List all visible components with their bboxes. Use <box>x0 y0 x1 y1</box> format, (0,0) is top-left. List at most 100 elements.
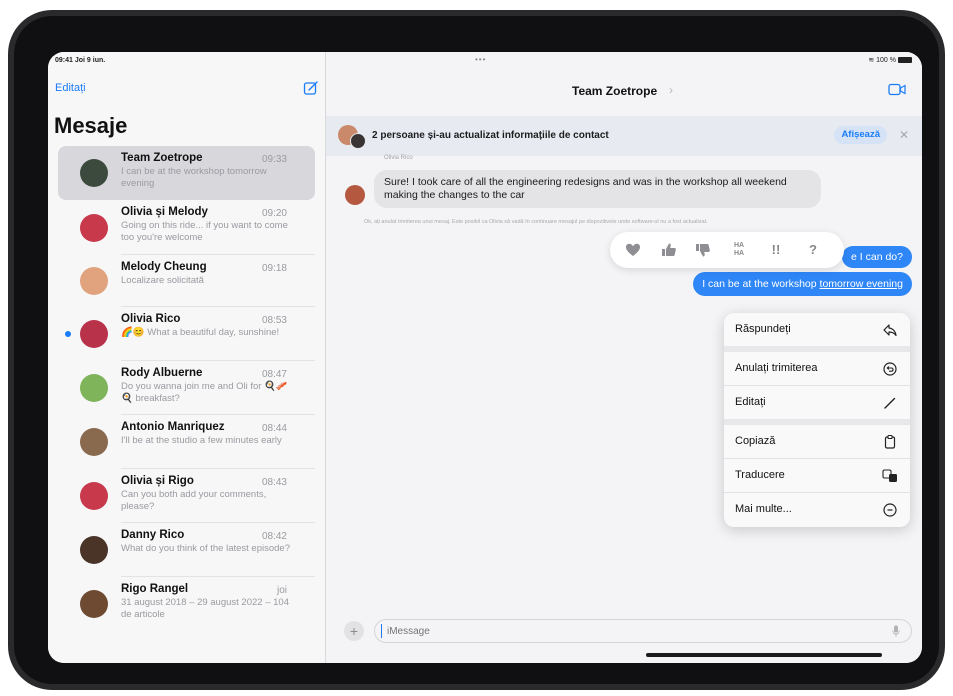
conversation-time: 08:47 <box>261 369 287 380</box>
home-indicator[interactable] <box>646 653 882 657</box>
conversation-time: 08:43 <box>261 477 287 488</box>
menu-item-label: Copiază <box>735 435 776 447</box>
conversation-time: joi <box>276 585 287 596</box>
conversation-name: Olivia și Melody <box>121 206 208 218</box>
microphone-icon[interactable] <box>892 625 900 637</box>
contact-update-banner: 2 persoane și-au actualizat informațiile… <box>326 116 922 156</box>
conversation-row[interactable]: Rigo Rangel joi 31 august 2018 – 29 august… <box>48 577 326 631</box>
avatar <box>80 267 108 295</box>
battery-icon <box>898 57 912 64</box>
conversation-time: 09:18 <box>261 263 287 274</box>
conversation-name: Melody Cheung <box>121 261 207 273</box>
date-link[interactable]: tomorrow evening <box>820 278 903 290</box>
status-battery: ≋ 100 % <box>868 56 912 64</box>
heart-icon[interactable] <box>624 241 642 259</box>
conversation-row[interactable]: Danny Rico 08:42 What do you think of the … <box>48 523 326 577</box>
conversation-row[interactable]: Olivia și Melody 09:20 Going on this ride.… <box>48 200 326 255</box>
sender-name: Olivia Rico <box>384 155 413 161</box>
edit-button[interactable]: Editați <box>55 82 86 94</box>
conversation-row[interactable]: Olivia și Rigo 08:43 Can you both add your… <box>48 469 326 523</box>
haha-icon[interactable]: HA HA <box>730 242 748 260</box>
menu-item-label: Editați <box>735 396 766 408</box>
conversation-row[interactable]: Rody Albuerne 08:47 Do you wanna join me a… <box>48 361 326 415</box>
screen: 09:41 Joi 9 iun. Editați Mesaje Team Zoe… <box>48 52 922 663</box>
tapback-bar: HA HA !! ? <box>610 232 844 268</box>
conversation-pane: ••• ≋ 100 % Team Zoetrope › 2 persoane ș… <box>326 52 922 663</box>
conversation-list: Team Zoetrope 09:33 I can be at the worksh… <box>48 146 326 631</box>
conversation-row[interactable]: Olivia Rico 08:53 🌈😊 What a beautiful day,… <box>48 307 326 361</box>
message-text: I can be at the workshop <box>702 278 820 290</box>
conversation-row[interactable]: Melody Cheung 09:18 Localizare solicitată <box>48 255 326 307</box>
text-cursor <box>381 624 382 638</box>
thumbs-up-icon[interactable] <box>660 241 678 259</box>
conversation-preview: What do you think of the latest episode? <box>121 543 290 554</box>
menu-item-edit[interactable]: Editați <box>724 386 910 425</box>
undo-send-icon <box>883 362 897 376</box>
menu-item-more[interactable]: Mai multe... <box>724 493 910 527</box>
conversation-time: 08:53 <box>261 315 287 326</box>
menu-item-label: Traducere <box>735 469 785 481</box>
menu-item-label: Mai multe... <box>735 503 792 515</box>
thumbs-down-icon[interactable] <box>694 241 712 259</box>
avatar <box>80 159 108 187</box>
battery-label: 100 % <box>876 57 896 64</box>
conversation-name: Antonio Manriquez <box>121 421 225 433</box>
conversation-preview: Can you both add your comments, please? <box>121 489 267 512</box>
video-call-icon[interactable] <box>888 83 906 96</box>
chevron-right-icon[interactable]: › <box>669 83 673 97</box>
sidebar: 09:41 Joi 9 iun. Editați Mesaje Team Zoe… <box>48 52 326 663</box>
outgoing-message[interactable]: e I can do? <box>842 246 912 268</box>
conversation-preview: 🌈😊 What a beautiful day, sunshine! <box>121 327 280 338</box>
menu-item-reply[interactable]: Răspundeți <box>724 313 910 352</box>
conversation-preview: Do you wanna join me and Oli for 🍳🥓🍳 bre… <box>121 381 288 404</box>
status-time-date: 09:41 Joi 9 iun. <box>55 57 106 64</box>
banner-text: 2 persoane și-au actualizat informațiile… <box>372 130 609 141</box>
compose-icon[interactable] <box>303 80 319 96</box>
show-button[interactable]: Afișează <box>834 126 887 144</box>
outgoing-message-selected[interactable]: I can be at the workshop tomorrow evenin… <box>693 272 912 296</box>
conversation-preview: 31 august 2018 – 29 august 2022 – 104 de… <box>121 597 289 620</box>
menu-item-translate[interactable]: Traducere <box>724 459 910 493</box>
conversation-preview: I'll be at the studio a few minutes earl… <box>121 435 282 446</box>
multitasking-dots[interactable]: ••• <box>475 55 486 64</box>
avatar <box>80 374 108 402</box>
conversation-time: 09:33 <box>261 154 287 165</box>
page-title: Mesaje <box>54 113 128 138</box>
exclamation-icon[interactable]: !! <box>767 241 785 259</box>
reply-icon <box>883 324 897 337</box>
menu-item-copy[interactable]: Copiază <box>724 425 910 459</box>
question-icon[interactable]: ? <box>804 241 822 259</box>
avatar <box>80 320 108 348</box>
avatar <box>350 133 366 149</box>
conversation-name: Olivia Rico <box>121 313 181 325</box>
avatar <box>80 213 108 242</box>
conversation-preview: Localizare solicitată <box>121 275 204 286</box>
avatar <box>80 428 108 456</box>
close-icon[interactable]: ✕ <box>899 128 909 142</box>
avatar <box>80 536 108 564</box>
conversation-name: Team Zoetrope <box>121 152 203 164</box>
conversation-preview: Going on this ride... if you want to com… <box>121 220 288 243</box>
conversation-name: Danny Rico <box>121 529 185 541</box>
incoming-message[interactable]: Sure! I took care of all the engineering… <box>374 170 821 208</box>
context-menu: Răspundeți Anulați trimiterea Editați Co… <box>724 313 910 527</box>
conversation-time: 08:42 <box>261 531 287 542</box>
unsend-notice: Ok, ați anulat trimiterea unui mesaj. Es… <box>364 219 708 225</box>
conversation-time: 09:20 <box>261 208 287 219</box>
conversation-row[interactable]: Team Zoetrope 09:33 I can be at the worksh… <box>48 146 326 200</box>
menu-item-label: Anulați trimiterea <box>735 362 818 374</box>
conversation-title[interactable]: Team Zoetrope <box>572 84 657 98</box>
conversation-preview: I can be at the workshop tomorrow evenin… <box>121 166 267 189</box>
conversation-row[interactable]: Antonio Manriquez 08:44 I'll be at the stu… <box>48 415 326 469</box>
menu-item-undo-send[interactable]: Anulați trimiterea <box>724 352 910 386</box>
conversation-name: Rody Albuerne <box>121 367 203 379</box>
menu-item-label: Răspundeți <box>735 323 791 335</box>
avatar[interactable] <box>345 185 365 205</box>
message-input[interactable] <box>374 619 912 643</box>
avatar <box>80 590 108 618</box>
wifi-icon: ≋ <box>868 57 877 64</box>
conversation-time: 08:44 <box>261 423 287 434</box>
add-attachment-button[interactable]: + <box>344 621 364 641</box>
unread-indicator <box>65 331 71 337</box>
copy-icon <box>884 434 896 449</box>
